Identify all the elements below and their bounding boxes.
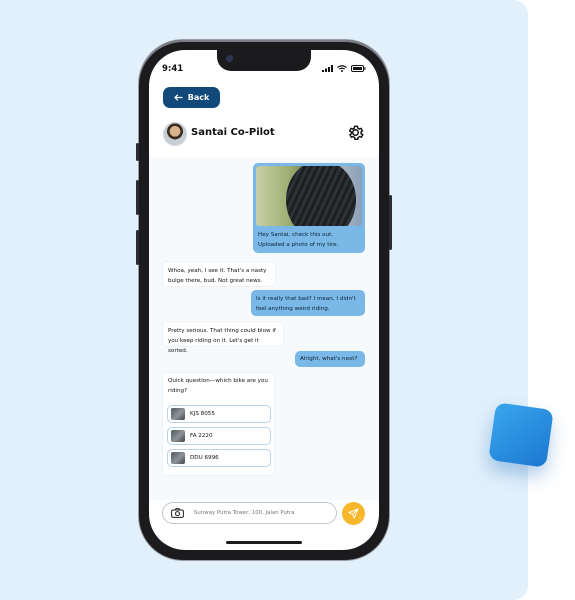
camera-icon[interactable] — [171, 508, 184, 518]
message-text: Quick question—which bike are you — [168, 378, 268, 384]
phone-mute-switch — [136, 143, 139, 161]
bike-thumbnail — [171, 452, 185, 464]
message-text: riding? — [168, 388, 188, 394]
message-text: Is it really that bad? I mean, I didn't — [256, 296, 356, 302]
phone-power-button — [389, 195, 392, 250]
battery-icon — [351, 65, 366, 72]
message-text: Whoa, yeah, I see it. That's a nasty — [168, 268, 267, 274]
back-button[interactable]: Back — [163, 87, 220, 108]
notch — [217, 50, 311, 71]
signal-icon — [322, 65, 333, 72]
message-text: you keep riding on it. Let's get it sort… — [168, 338, 259, 354]
message-user: Is it really that bad? I mean, I didn't … — [251, 290, 365, 316]
message-text: Pretty serious. That thing could blow if — [168, 328, 276, 334]
message-bot-bike-question: Quick question—which bike are you riding… — [162, 372, 275, 476]
arrow-left-icon — [173, 94, 183, 101]
message-text: Uploaded a photo of my tire. — [258, 242, 339, 248]
bike-plate: FA 2220 — [190, 433, 213, 439]
back-button-label: Back — [187, 93, 210, 102]
message-text: feel anything weird riding. — [256, 306, 330, 312]
chat-area: Hey Santai, check this out. Uploaded a p… — [149, 157, 379, 500]
bike-option[interactable]: KJS 8055 — [167, 405, 271, 423]
bike-option[interactable]: FA 2220 — [167, 427, 271, 445]
bike-thumbnail — [171, 430, 185, 442]
phone-screen: 9:41 Back Santai Co-Pilot Hey Santai, ch… — [149, 50, 379, 550]
tire-photo[interactable] — [256, 166, 362, 226]
send-button[interactable] — [342, 502, 365, 525]
bike-thumbnail — [171, 408, 185, 420]
avatar — [163, 122, 187, 146]
message-bot: Whoa, yeah, I see it. That's a nasty bul… — [162, 261, 276, 287]
send-icon — [348, 508, 359, 519]
message-bot: Pretty serious. That thing could blow if… — [162, 321, 284, 354]
bike-plate: KJS 8055 — [190, 411, 215, 417]
bike-plate: DDU 6996 — [190, 455, 219, 461]
status-icons — [322, 65, 366, 72]
message-composer — [162, 502, 337, 524]
message-text: Hey Santai, check this out. — [258, 232, 334, 238]
phone-volume-up — [136, 180, 139, 215]
message-input[interactable] — [192, 509, 326, 517]
message-user-photo: Hey Santai, check this out. Uploaded a p… — [253, 163, 365, 253]
chat-header: Santai Co-Pilot — [149, 118, 379, 156]
status-time: 9:41 — [162, 64, 184, 74]
message-text: Alright, what's next? — [300, 356, 358, 362]
message-text: bulge there, bud. Not great news. — [168, 278, 263, 284]
wifi-icon — [337, 65, 347, 72]
message-user: Alright, what's next? — [295, 351, 365, 367]
phone-volume-down — [136, 230, 139, 265]
decorative-tile — [488, 402, 554, 468]
gear-icon[interactable] — [346, 123, 365, 142]
page-title: Santai Co-Pilot — [191, 127, 275, 138]
bike-option[interactable]: DDU 6996 — [167, 449, 271, 467]
home-indicator — [226, 541, 302, 544]
